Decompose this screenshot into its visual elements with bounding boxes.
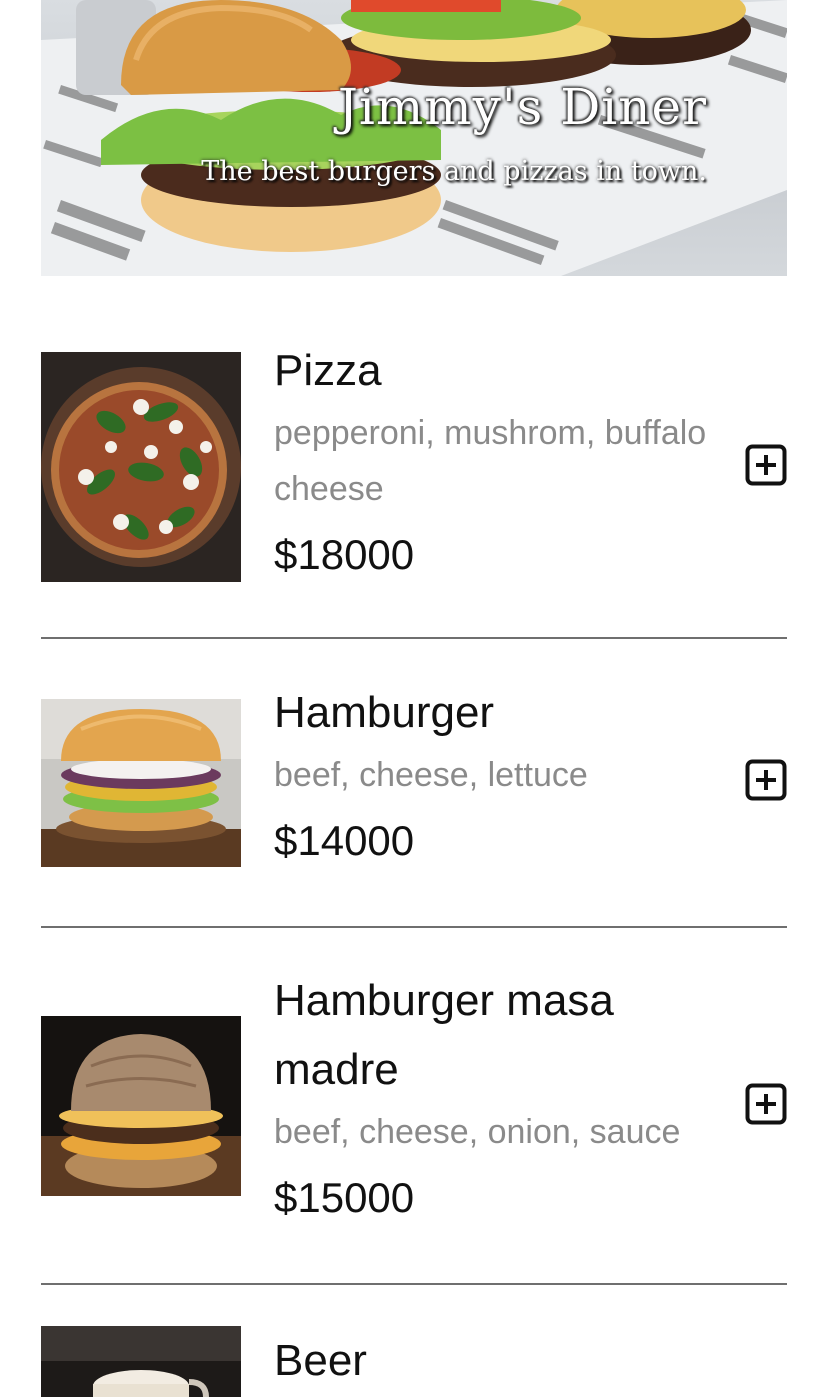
restaurant-tagline: The best burgers and pizzas in town. bbox=[201, 156, 707, 187]
menu-item-pizza: Pizza pepperoni, mushrom, buffalo cheese… bbox=[41, 346, 787, 592]
plus-square-icon bbox=[745, 759, 787, 801]
item-ingredients: pepperoni, mushrom, buffalo cheese bbox=[274, 414, 707, 508]
pizza-photo bbox=[41, 352, 241, 582]
item-price: $18000 bbox=[274, 531, 415, 578]
menu-item-hamburger-masa-madre: Hamburger masa madre beef, cheese, onion… bbox=[41, 968, 787, 1238]
beer-info: Beer bbox=[274, 1326, 744, 1395]
item-name: Pizza bbox=[274, 346, 382, 395]
item-ingredients: beef, cheese, onion, sauce bbox=[274, 1113, 681, 1151]
menu-item-hamburger: Hamburger beef, cheese, lettuce $14000 bbox=[41, 688, 787, 879]
item-price: $15000 bbox=[274, 1174, 415, 1221]
restaurant-title: Jimmy's Diner bbox=[337, 78, 707, 136]
plus-square-icon bbox=[745, 444, 787, 486]
item-price: $14000 bbox=[274, 817, 415, 864]
item-name: Hamburger bbox=[274, 688, 495, 737]
menu-divider bbox=[41, 926, 787, 928]
item-ingredients: beef, cheese, lettuce bbox=[274, 756, 588, 794]
item-name: Beer bbox=[274, 1336, 367, 1385]
menu-divider bbox=[41, 1283, 787, 1285]
menu-divider bbox=[41, 637, 787, 639]
menu-item-beer: Beer bbox=[41, 1326, 787, 1397]
hamburger-masa-madre-photo bbox=[41, 1016, 241, 1196]
add-hamburger-masa-madre-button[interactable] bbox=[745, 1083, 787, 1125]
add-hamburger-button[interactable] bbox=[745, 759, 787, 801]
item-name: Hamburger masa madre bbox=[274, 976, 614, 1094]
hero-burgers-photo bbox=[41, 0, 787, 276]
pizza-info: Pizza pepperoni, mushrom, buffalo cheese… bbox=[274, 336, 744, 585]
beer-photo bbox=[41, 1326, 241, 1397]
hamburger-info: Hamburger beef, cheese, lettuce $14000 bbox=[274, 678, 744, 871]
add-pizza-button[interactable] bbox=[745, 444, 787, 486]
hamburger-photo bbox=[41, 699, 241, 867]
plus-square-icon bbox=[745, 1083, 787, 1125]
menu-page: Jimmy's Diner The best burgers and pizza… bbox=[0, 0, 828, 1397]
hero-banner: Jimmy's Diner The best burgers and pizza… bbox=[41, 0, 787, 276]
hamburger-masa-madre-info: Hamburger masa madre beef, cheese, onion… bbox=[274, 966, 744, 1228]
